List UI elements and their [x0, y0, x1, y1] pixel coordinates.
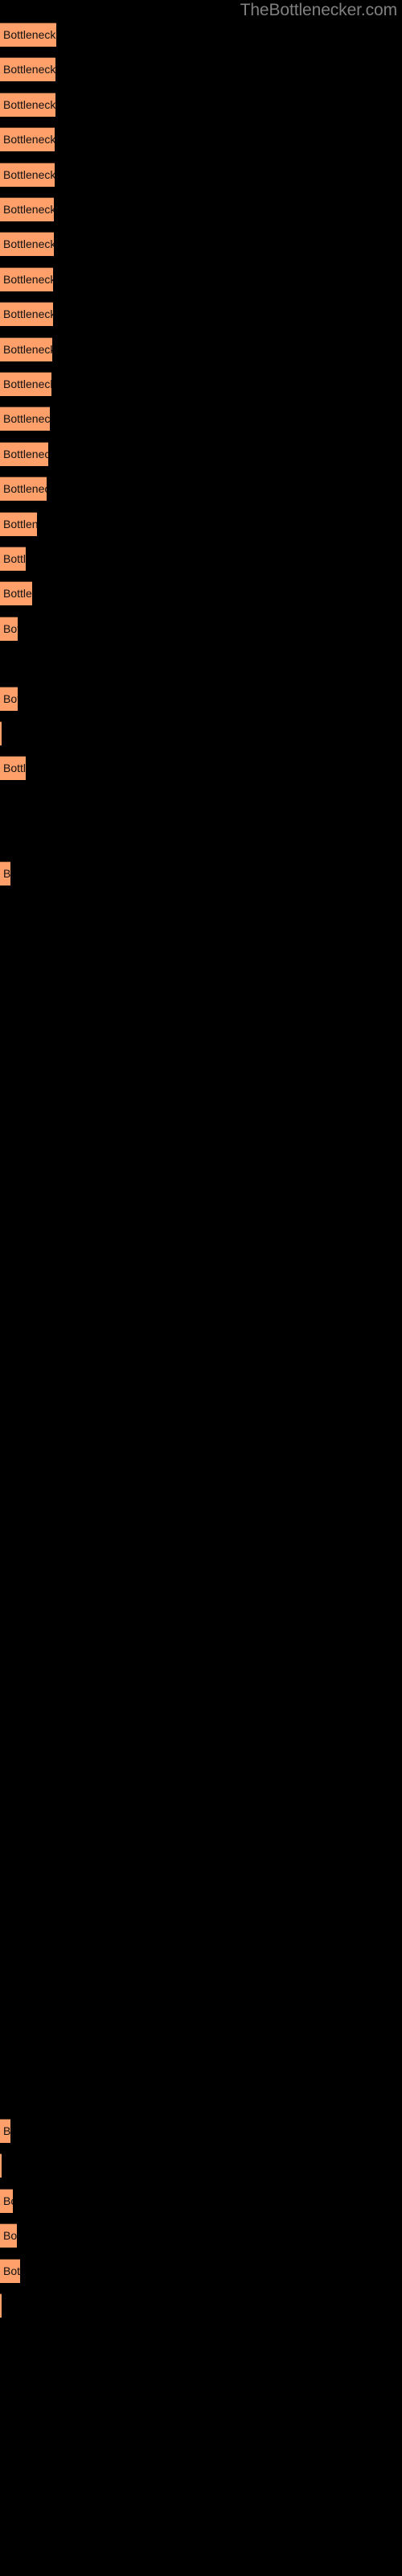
bar-row: Bottleneck result: [0, 372, 51, 396]
bar-row: Bottleneck result: [0, 57, 55, 82]
bar-row: Bottleneck result: [0, 162, 55, 187]
bar-rect: [0, 861, 10, 886]
bar-row: Bottleneck result: [0, 336, 52, 361]
bar-row: Bottleneck result: [0, 23, 56, 47]
bar-rect: [0, 197, 54, 221]
bar-rect: [0, 2153, 2, 2178]
bar-row: Bottleneck result: [0, 2119, 10, 2143]
bar-row: Bottleneck result: [0, 441, 48, 466]
bar-rect: [0, 2258, 20, 2283]
bar-rect: [0, 616, 18, 641]
bar-rect: [0, 302, 53, 327]
bar-row: Bottleneck result: [0, 2293, 2, 2318]
bar-row: Bottleneck result: [0, 686, 18, 711]
bar-rect: [0, 23, 56, 47]
bar-row: Bottleneck result: [0, 2258, 20, 2283]
bar-row: Bottleneck result: [0, 407, 50, 431]
bar-row: Bottleneck result: [0, 616, 18, 641]
bar-row: Bottleneck result: [0, 721, 2, 745]
bar-rect: [0, 756, 26, 781]
bar-rect: [0, 581, 32, 606]
bar-row: Bottleneck result: [0, 2223, 17, 2248]
bar-rect: [0, 547, 26, 571]
bar-row: Bottleneck result: [0, 581, 32, 606]
bar-row: Bottleneck result: [0, 2153, 2, 2178]
bar-rect: [0, 477, 47, 502]
bar-rect: [0, 162, 55, 187]
bar-rect: [0, 232, 54, 257]
bar-rect: [0, 92, 55, 117]
bar-row: Bottleneck result: [0, 92, 55, 117]
bar-rect: [0, 127, 55, 152]
bar-rect: [0, 57, 55, 82]
bar-row: Bottleneck result: [0, 266, 53, 291]
bar-rect: [0, 336, 52, 361]
bar-rect: [0, 407, 50, 431]
bar-row: Bottleneck result: [0, 547, 26, 571]
bar-rect: [0, 2223, 17, 2248]
bar-rect: [0, 2119, 10, 2143]
bar-row: Bottleneck result: [0, 197, 54, 221]
bar-row: Bottleneck result: [0, 127, 55, 152]
bar-chart: TheBottlenecker.com Bottleneck resultBot…: [0, 0, 402, 2576]
bar-rect: [0, 721, 2, 745]
bar-row: Bottleneck result: [0, 302, 53, 327]
bar-rect: [0, 511, 37, 536]
bar-row: Bottleneck result: [0, 756, 26, 781]
bar-row: Bottleneck result: [0, 511, 37, 536]
bar-rect: [0, 2188, 13, 2213]
bar-rect: [0, 372, 51, 396]
bar-rect: [0, 441, 48, 466]
bar-rect: [0, 686, 18, 711]
bar-row: Bottleneck result: [0, 477, 47, 502]
bar-rect: [0, 2293, 2, 2318]
bar-rect: [0, 266, 53, 291]
bar-row: Bottleneck result: [0, 232, 54, 257]
bar-row: Bottleneck result: [0, 861, 10, 886]
bars-layer: Bottleneck result Bottleneck result Bottle…: [0, 0, 402, 2576]
bar-row: Bottleneck result: [0, 2188, 13, 2213]
